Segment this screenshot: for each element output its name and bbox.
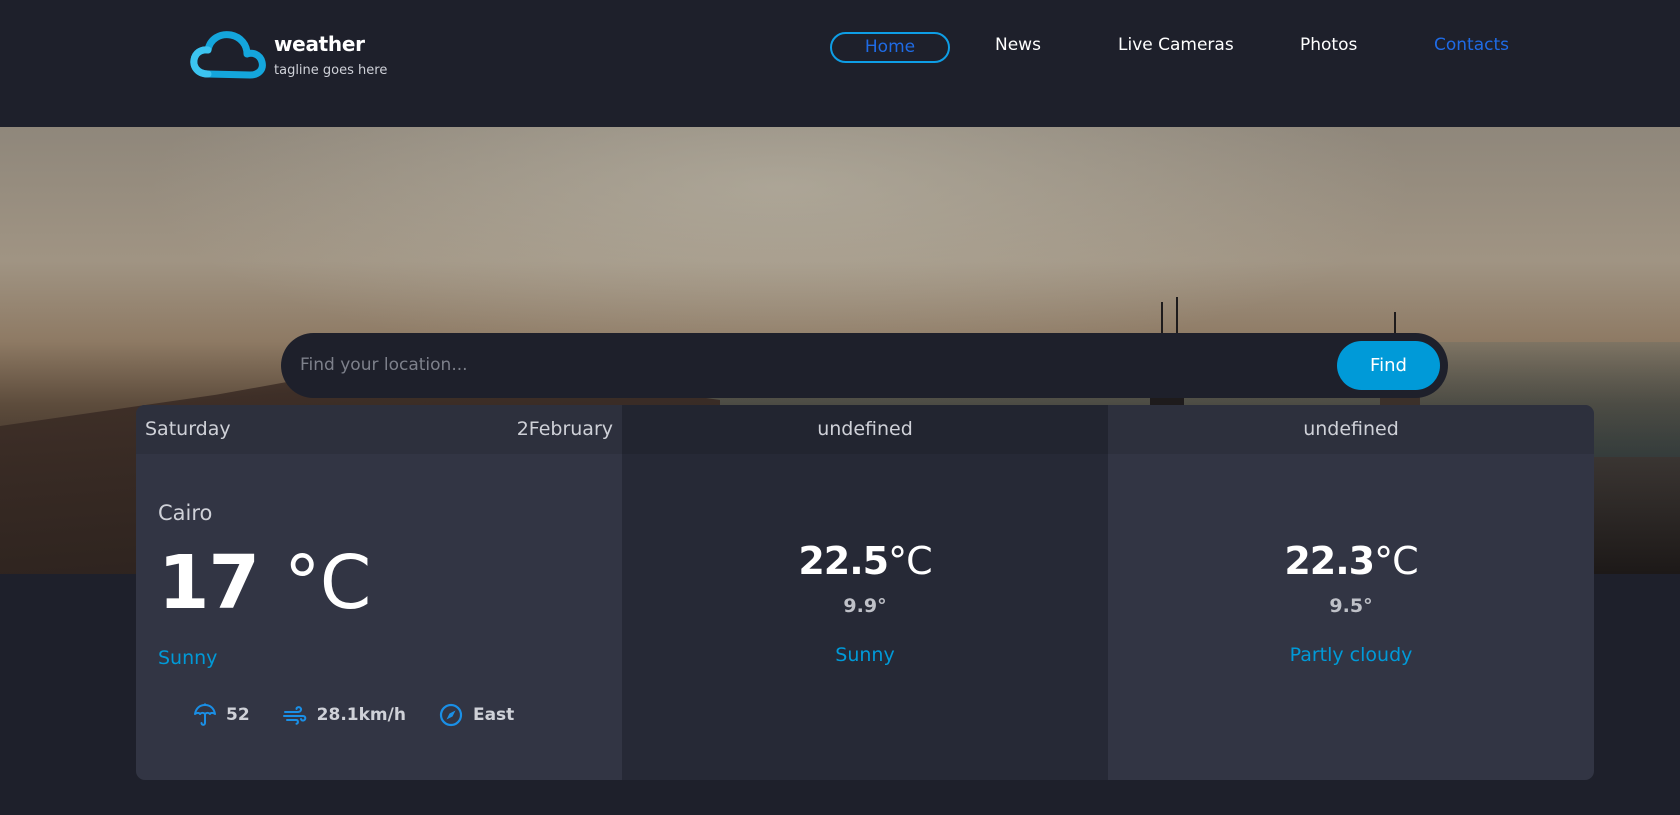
site-header: weather tagline goes here Home News Live…: [0, 0, 1680, 127]
day2-max-temp: 22.5°C: [622, 539, 1108, 583]
today-day: Saturday: [145, 418, 231, 440]
umbrella-icon: [194, 703, 216, 726]
wind-speed-stat: 28.1km/h: [282, 704, 406, 726]
current-temp-value: 17: [158, 540, 284, 626]
forecast-table: Saturday 2February Cairo 17 °C Sunny 52: [136, 405, 1594, 780]
hero-right-buildings: [1590, 457, 1680, 574]
rain-stat: 52: [194, 703, 250, 727]
today-date: 2February: [516, 418, 613, 440]
day2-max-unit: °C: [888, 539, 933, 583]
site-name: weather: [274, 32, 365, 56]
compass-icon: [439, 703, 463, 727]
logo-link[interactable]: weather tagline goes here: [190, 30, 387, 80]
day2-condition: Sunny: [835, 644, 895, 666]
rain-value: 52: [226, 705, 250, 725]
day2-forecast-card: undefined 22.5°C 9.9° Sunny: [622, 405, 1108, 780]
today-header: Saturday 2February: [136, 405, 622, 454]
day3-max-temp: 22.3°C: [1108, 539, 1594, 583]
current-temperature: 17 °C: [158, 540, 372, 626]
site-tagline: tagline goes here: [274, 63, 388, 78]
day2-title: undefined: [817, 418, 913, 440]
today-condition: Sunny: [158, 647, 218, 669]
day2-header: undefined: [622, 405, 1108, 454]
day2-max-value: 22.5: [798, 539, 889, 583]
nav-home[interactable]: Home: [830, 32, 950, 63]
day3-max-unit: °C: [1374, 539, 1419, 583]
nav-contacts[interactable]: Contacts: [1434, 35, 1509, 55]
day3-title: undefined: [1303, 418, 1399, 440]
find-button[interactable]: Find: [1337, 341, 1440, 390]
day3-forecast-card: undefined 22.3°C 9.5° Partly cloudy: [1108, 405, 1594, 780]
location-name: Cairo: [158, 501, 213, 525]
wind-icon: [282, 706, 306, 725]
day3-min-temp: 9.5°: [1329, 595, 1373, 617]
current-temp-unit: °C: [283, 540, 372, 626]
today-forecast-card: Saturday 2February Cairo 17 °C Sunny 52: [136, 405, 622, 780]
day3-max-value: 22.3: [1284, 539, 1375, 583]
day3-condition: Partly cloudy: [1289, 644, 1413, 666]
nav-news[interactable]: News: [995, 35, 1041, 55]
today-stats: 52 28.1km/h East: [194, 703, 547, 727]
wind-direction-value: East: [472, 705, 515, 725]
wind-direction-stat: East: [439, 703, 514, 727]
day2-min-temp: 9.9°: [843, 595, 887, 617]
search-input[interactable]: [300, 349, 1300, 381]
search-bar: Find: [281, 333, 1448, 398]
nav-live-cameras[interactable]: Live Cameras: [1118, 35, 1234, 55]
wind-speed-value: 28.1km/h: [316, 705, 406, 725]
day3-header: undefined: [1108, 405, 1594, 454]
cloud-logo-icon: [190, 31, 266, 79]
nav-photos[interactable]: Photos: [1300, 35, 1357, 55]
